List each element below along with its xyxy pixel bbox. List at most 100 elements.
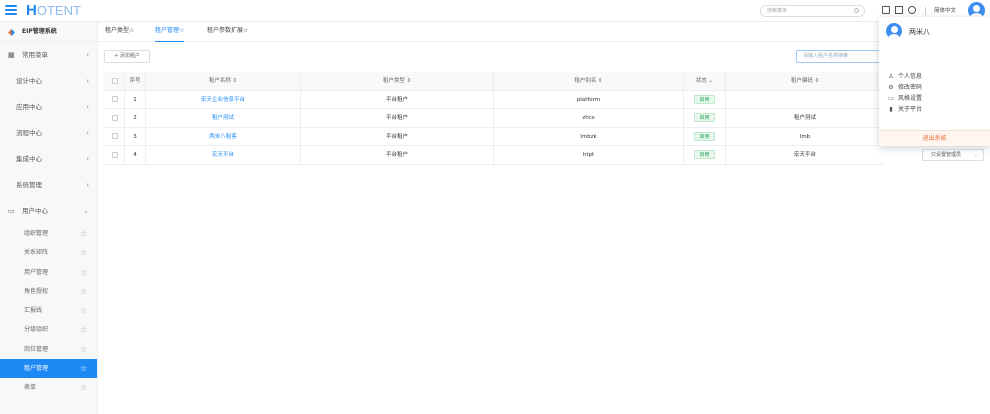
language-switch[interactable]: 简体中文: [934, 6, 956, 14]
status-badge: 启用: [694, 94, 715, 104]
tenant-alias: zhcs: [494, 109, 684, 128]
set-admin-select[interactable]: 只设置管理员 ⌄: [922, 149, 984, 161]
header-name[interactable]: 租户名称 ⇕: [146, 72, 301, 91]
sidebar-sub-post-management[interactable]: 岗位管理 ☆: [0, 340, 97, 359]
sidebar-item-integration-center[interactable]: 集成中心 ›: [0, 146, 97, 172]
refresh-icon[interactable]: [908, 6, 916, 14]
tab-tenant-management[interactable]: 租户管理☆: [155, 22, 185, 42]
sidebar-sub-org-management[interactable]: 组织管理 ☆: [0, 224, 97, 243]
status-cell: 启用: [684, 127, 726, 146]
star-icon[interactable]: ☆: [80, 243, 87, 262]
star-icon[interactable]: ☆: [80, 340, 87, 359]
menu-toggle-icon[interactable]: [5, 5, 17, 17]
row-checkbox[interactable]: [111, 91, 119, 110]
fullscreen-icon[interactable]: [895, 6, 903, 14]
user-icon: ♙: [888, 73, 894, 80]
star-icon[interactable]: ☆: [80, 320, 87, 339]
logo: HOTENT: [26, 2, 81, 19]
star-icon[interactable]: ☆: [80, 282, 87, 301]
tenant-search-input[interactable]: 请输入租户名称搜索: [796, 50, 882, 63]
logo-diamond-icon: [8, 29, 15, 36]
chevron-right-icon: ›: [86, 103, 89, 111]
add-tenant-button[interactable]: + 添加租户: [104, 50, 150, 63]
tenant-code: 租户测试: [793, 115, 816, 121]
sidebar-item-system-management[interactable]: 系统管理 ›: [0, 172, 97, 198]
top-divider: [925, 7, 926, 15]
tenant-table: 序号 租户名称 ⇕ 租户类型 ⇕ 租户别名 ⇕ 状态 ⌄ 租户编码 ⇕ 1 宏天…: [104, 72, 884, 165]
tenant-name-link[interactable]: 宏天平台: [146, 146, 301, 165]
row-index: 4: [124, 146, 146, 165]
chevron-right-icon: ›: [86, 129, 89, 137]
table-row: 2 租户测试 平台租户 zhcs 启用 租户测试: [104, 109, 884, 128]
tab-tenant-type[interactable]: 租户类型☆: [105, 22, 134, 42]
chevron-right-icon: ›: [86, 155, 89, 163]
search-icon: [854, 8, 859, 13]
sidebar-item-app-center[interactable]: 应用中心 ›: [0, 94, 97, 120]
header-index: 序号: [124, 72, 146, 91]
sidebar-sub-user-management[interactable]: 用户管理 ☆: [0, 263, 97, 282]
select-all-checkbox[interactable]: [111, 72, 119, 91]
table-row: 1 宏天企业信息平台 平台租户 platform 启用: [104, 90, 884, 110]
tenant-alias: platform: [494, 90, 684, 109]
sidebar-item-flow-center[interactable]: 流程中心 ›: [0, 120, 97, 146]
tenant-alias: lmbzk: [494, 127, 684, 146]
tenant-name-link[interactable]: 两米八租客: [146, 127, 301, 146]
header-state[interactable]: 状态 ⌄: [684, 72, 726, 91]
user-menu-header: 两米八: [879, 17, 990, 45]
header-alias[interactable]: 租户别名 ⇕: [494, 72, 684, 91]
message-icon[interactable]: [882, 6, 890, 14]
table-header-row: 序号 租户名称 ⇕ 租户类型 ⇕ 租户别名 ⇕ 状态 ⌄ 租户编码 ⇕: [104, 72, 884, 91]
menu-item-style-settings[interactable]: ▭ 风格设置: [887, 94, 922, 104]
row-index: 3: [124, 127, 146, 146]
sidebar-sub-role-auth[interactable]: 角色授权 ☆: [0, 282, 97, 301]
status-cell: 启用: [684, 90, 726, 109]
gear-icon: ⚙: [888, 84, 894, 91]
star-icon[interactable]: ☆: [80, 359, 87, 378]
sidebar-item-common-menu[interactable]: ▦ 常用菜单 ›: [0, 42, 97, 68]
star-icon[interactable]: ☆: [80, 301, 87, 320]
chevron-down-icon: ⌄: [973, 152, 978, 158]
header-code[interactable]: 租户编码 ⇕: [726, 72, 884, 91]
sidebar: EIP管理系统 ▦ 常用菜单 › 设计中心 › 应用中心 › 流程中心 › 集成…: [0, 22, 98, 414]
row-checkbox[interactable]: [111, 146, 119, 165]
status-cell: 启用: [684, 146, 726, 165]
sidebar-sub-relation-matrix[interactable]: 关系矩阵 ☆: [0, 243, 97, 262]
sidebar-sub-report-line[interactable]: 汇报线 ☆: [0, 301, 97, 320]
menu-search-input[interactable]: 搜索菜单: [760, 5, 865, 17]
menu-item-profile[interactable]: ♙ 个人信息: [887, 72, 922, 82]
sidebar-sub-level-org[interactable]: 分级组织 ☆: [0, 320, 97, 339]
star-icon[interactable]: ☆: [80, 224, 87, 243]
star-icon[interactable]: ☆: [80, 263, 87, 282]
user-name: 两米八: [909, 28, 930, 36]
chevron-right-icon: ›: [86, 77, 89, 85]
logout-button[interactable]: 退出系统: [879, 130, 990, 146]
tenant-name-link[interactable]: 宏天企业信息平台: [146, 90, 301, 109]
system-title: EIP管理系统: [0, 22, 97, 42]
chevron-right-icon: ›: [86, 181, 89, 189]
tenant-type: 平台租户: [301, 90, 494, 109]
tenant-code: lmb: [799, 133, 811, 140]
row-checkbox[interactable]: [111, 128, 119, 147]
monitor-icon: ▭: [888, 95, 894, 102]
tenant-alias: htpt: [494, 146, 684, 165]
tenant-type: 平台租户: [301, 109, 494, 128]
monitor-icon: ▭: [8, 207, 15, 215]
header-type[interactable]: 租户类型 ⇕: [301, 72, 494, 91]
tab-bar: 租户类型☆ 租户管理☆ 租户参数扩展☆: [99, 22, 990, 42]
menu-item-change-password[interactable]: ⚙ 修改密码: [887, 83, 922, 93]
menu-item-about-platform[interactable]: ▮ 关于平台: [887, 105, 922, 115]
tab-tenant-param-extension[interactable]: 租户参数扩展☆: [207, 22, 248, 42]
sidebar-sub-tenant-management[interactable]: 租户管理 ☆: [0, 359, 97, 379]
user-menu-dropdown: 两米八 ♙ 个人信息 ⚙ 修改密码 ▭ 风格设置 ▮ 关于平台 退出系统: [879, 17, 990, 146]
sidebar-sub-form[interactable]: 表单 ☆: [0, 378, 97, 397]
tenant-name-link[interactable]: 租户测试: [146, 109, 301, 128]
row-index: 2: [124, 109, 146, 128]
sidebar-item-user-center[interactable]: ▭ 用户中心 ⌄: [0, 198, 97, 224]
table-row: 3 两米八租客 平台租户 lmbzk 启用 lmb: [104, 127, 884, 147]
tenant-type: 平台租户: [301, 127, 494, 146]
row-checkbox[interactable]: [111, 109, 119, 128]
status-badge: 启用: [694, 131, 715, 141]
sidebar-item-design-center[interactable]: 设计中心 ›: [0, 68, 97, 94]
star-icon[interactable]: ☆: [80, 378, 87, 397]
status-badge: 启用: [694, 150, 715, 159]
